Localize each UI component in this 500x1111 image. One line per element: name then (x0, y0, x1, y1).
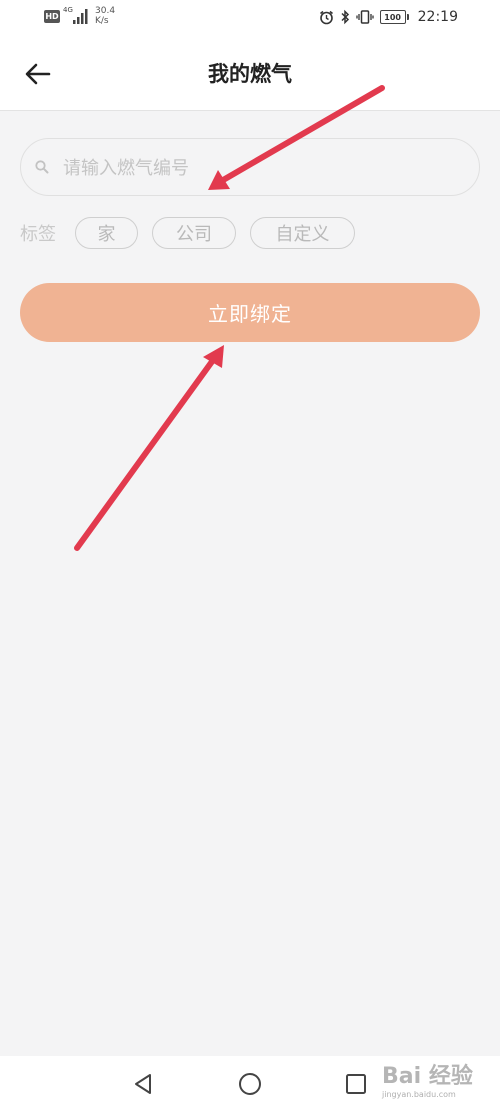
status-right: 100 22:19 (319, 6, 458, 28)
tag-company[interactable]: 公司 (152, 217, 236, 249)
vibrate-icon (355, 10, 374, 24)
speed-value: 30.4 (95, 6, 116, 16)
bluetooth-icon (341, 9, 349, 25)
bind-now-button[interactable]: 立即绑定 (20, 283, 480, 342)
alarm-icon (319, 10, 333, 24)
tag-custom[interactable]: 自定义 (250, 217, 355, 249)
clock: 22:19 (417, 9, 458, 25)
hd-badge: HD (44, 10, 60, 23)
status-bar: HD 4G 30.4 K/s 100 22:19 (0, 0, 500, 36)
nav-home-circle-icon[interactable] (236, 1070, 264, 1098)
network-speed: 30.4 K/s (95, 6, 115, 26)
page-title: 我的燃气 (208, 62, 292, 86)
gas-number-input[interactable] (61, 139, 465, 197)
nav-back-triangle-icon[interactable] (130, 1070, 158, 1098)
nav-recents-square-icon[interactable] (342, 1070, 370, 1098)
tag-home[interactable]: 家 (75, 217, 138, 249)
watermark-sub: jingyan.baidu.com (382, 1090, 456, 1099)
speed-unit: K/s (95, 16, 109, 26)
annotation-arrow-to-button (74, 345, 224, 551)
signal-icon (73, 9, 88, 24)
nav-bar: 我的燃气 (0, 36, 500, 111)
baidu-watermark: Bai 经验 jingyan.baidu.com (382, 1058, 498, 1108)
gas-number-search-box[interactable] (20, 138, 480, 197)
search-icon (35, 160, 49, 174)
tags-label: 标签 (20, 224, 56, 245)
battery-icon: 100 (379, 10, 409, 24)
watermark-text: Bai 经验 (382, 1064, 473, 1089)
